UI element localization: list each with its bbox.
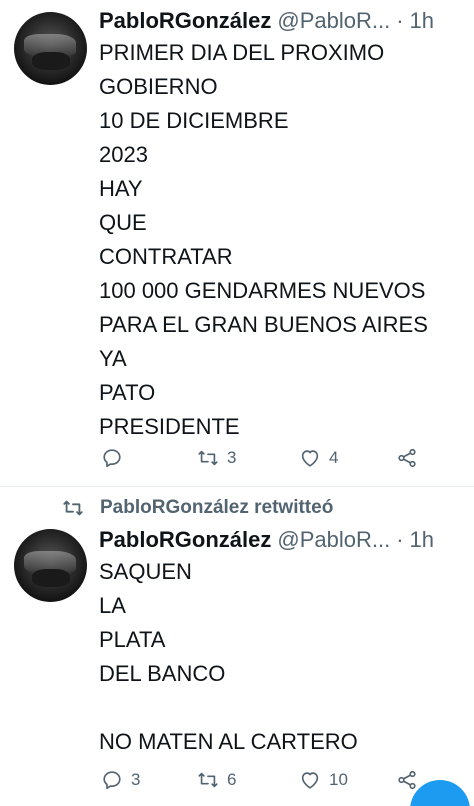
author-name[interactable]: PabloRGonzález <box>99 8 271 34</box>
share-icon <box>398 770 416 790</box>
tweet-text-line: 100 000 GENDARMES NUEVOS <box>99 278 426 303</box>
tweet-text-line: PRESIDENTE <box>99 414 240 439</box>
tweet-text-line: 10 DE DICIEMBRE <box>99 108 289 133</box>
reply-count: 3 <box>131 770 141 789</box>
tweet-text-line: SAQUEN <box>99 559 192 584</box>
tweet-text-line: QUE <box>99 210 147 235</box>
retweet-icon <box>198 772 218 788</box>
reply-button[interactable]: 3 <box>101 765 140 795</box>
share-icon <box>398 448 416 468</box>
retweet-icon <box>198 450 218 466</box>
like-count: 4 <box>329 448 339 467</box>
tweet-text-line: PLATA <box>99 627 166 652</box>
tweet-text-line: PATO <box>99 380 156 405</box>
tweet-text-line: GOBIERNO <box>99 74 218 99</box>
tweet-actions: 3 4 <box>0 443 474 473</box>
heart-icon <box>301 772 319 789</box>
timeline-feed: PabloRGonzález @PabloR... · 1h PRIMER DI… <box>0 0 474 806</box>
timestamp[interactable]: 1h <box>410 527 434 553</box>
author-handle[interactable]: @PabloR... <box>277 527 390 553</box>
like-count: 10 <box>329 770 348 789</box>
share-button[interactable] <box>396 765 418 795</box>
separator-dot: · <box>396 527 404 552</box>
retweet-count: 3 <box>227 448 237 467</box>
tweet-text-line: HAY <box>99 176 143 201</box>
tweet[interactable]: PabloRGonzález retwitteó PabloRGonzález … <box>0 487 474 806</box>
tweet-text-line: DEL BANCO <box>99 661 226 686</box>
tweet-text-line: NO MATEN AL CARTERO <box>99 729 358 754</box>
heart-icon <box>301 450 319 467</box>
tweet-text-line: LA <box>99 593 126 618</box>
retweet-icon <box>63 500 83 516</box>
retweet-context-label: PabloRGonzález retwitteó <box>100 497 334 518</box>
reply-icon <box>103 771 121 790</box>
reply-icon <box>103 449 121 468</box>
author-name[interactable]: PabloRGonzález <box>99 527 271 553</box>
author-handle[interactable]: @PabloR... <box>277 8 390 34</box>
tweet-text-line: CONTRATAR <box>99 244 233 269</box>
tweet[interactable]: PabloRGonzález @PabloR... · 1h PRIMER DI… <box>0 0 474 487</box>
retweet-button[interactable]: 3 <box>197 443 236 473</box>
avatar[interactable] <box>14 12 87 85</box>
avatar[interactable] <box>14 529 87 602</box>
retweet-context[interactable]: PabloRGonzález retwitteó <box>62 495 333 521</box>
retweet-count: 6 <box>227 770 237 789</box>
retweet-button[interactable]: 6 <box>197 765 236 795</box>
share-button[interactable] <box>396 443 418 473</box>
reply-button[interactable] <box>101 443 131 473</box>
tweet-text-line: PRIMER DIA DEL PROXIMO <box>99 40 385 65</box>
tweet-text-line: YA <box>99 346 127 371</box>
tweet-text-line: 2023 <box>99 142 148 167</box>
tweet-actions: 3 6 10 <box>0 765 474 795</box>
tweet-header: PabloRGonzález @PabloR... · 1h <box>99 6 464 36</box>
timestamp[interactable]: 1h <box>410 8 434 34</box>
tweet-header: PabloRGonzález @PabloR... · 1h <box>99 525 464 555</box>
like-button[interactable]: 10 <box>299 765 348 795</box>
separator-dot: · <box>396 8 404 33</box>
tweet-text: SAQUEN LA PLATA DEL BANCO NO MATEN AL CA… <box>99 555 466 759</box>
tweet-text: PRIMER DIA DEL PROXIMO GOBIERNO 10 DE DI… <box>99 36 466 444</box>
tweet-text-line <box>99 691 466 725</box>
tweet-text-line: PARA EL GRAN BUENOS AIRES <box>99 312 428 337</box>
like-button[interactable]: 4 <box>299 443 338 473</box>
